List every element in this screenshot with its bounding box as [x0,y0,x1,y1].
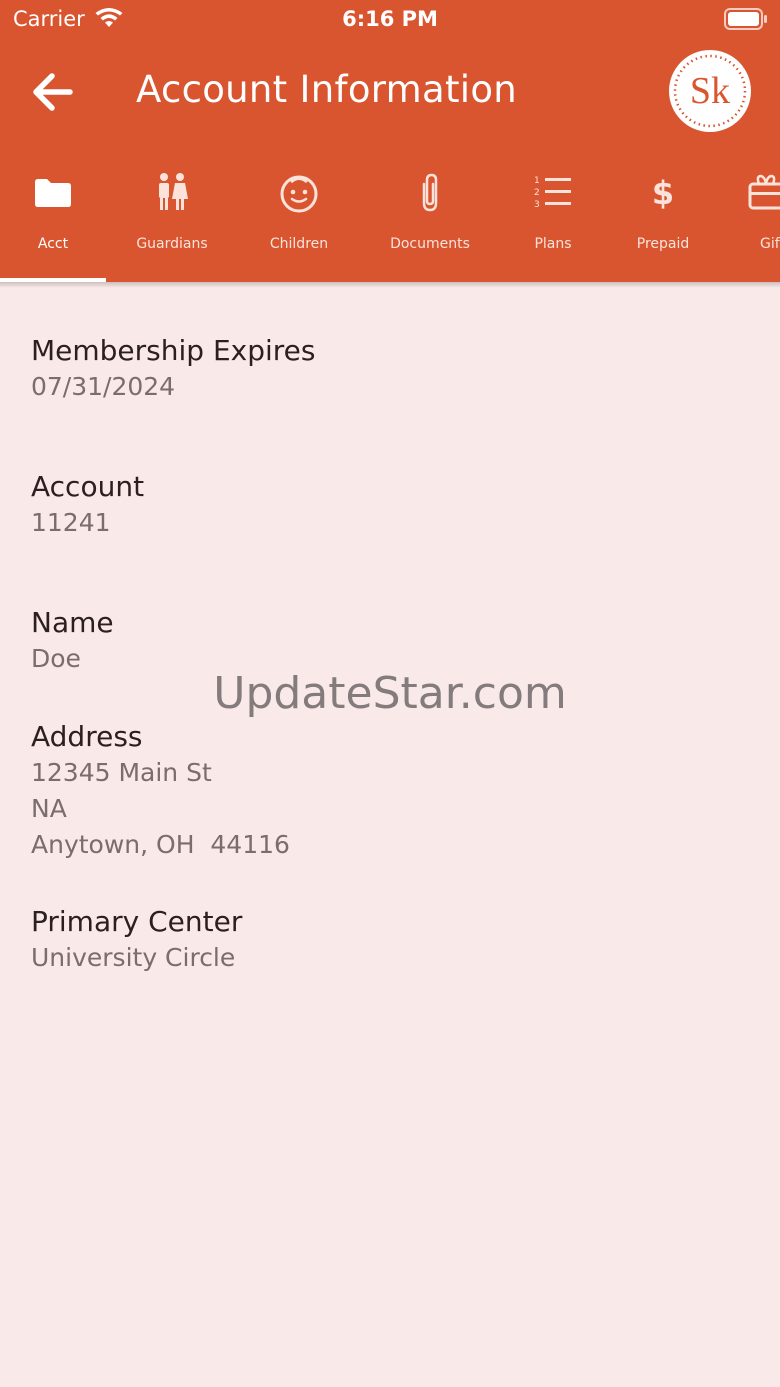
field-value: 07/31/2024 [31,372,176,401]
primary-center-field: Primary Center University Circle [31,904,242,976]
tab-documents[interactable]: Documents [374,160,486,282]
app-header: Carrier 6:16 PM Account Information Sk A… [0,0,780,282]
screen: Carrier 6:16 PM Account Information Sk A… [0,0,780,1387]
tab-label: Prepaid [636,236,690,252]
tab-guardians[interactable]: Guardians [120,160,224,282]
tab-bar: Acct Guardians Children Documents 1 2 3 … [0,160,780,282]
numbered-list-icon: 1 2 3 [534,176,571,210]
address-field: Address 12345 Main St NA Anytown, OH 441… [31,719,290,863]
watermark: UpdateStar.com [213,668,567,719]
paperclip-icon [422,173,438,212]
tab-label: Documents [390,236,470,252]
address-line-1: 12345 Main St [31,758,212,787]
guardians-icon [159,173,188,210]
status-time: 6:16 PM [342,7,438,31]
back-arrow-icon [33,73,73,111]
address-line-3: Anytown, OH 44116 [31,830,290,859]
field-value: University Circle [31,943,236,972]
tab-gift[interactable]: Gif [738,160,780,282]
tab-prepaid[interactable]: $ Prepaid [620,160,706,282]
tab-label: Acct [37,236,69,252]
membership-expires-field: Membership Expires 07/31/2024 [31,333,315,405]
tab-label: Plans [534,236,572,252]
field-value: 11241 [31,508,111,537]
svg-text:3: 3 [534,200,540,210]
tab-label: Guardians [136,236,208,252]
logo-text: Sk [690,70,730,112]
tab-plans[interactable]: 1 2 3 Plans [510,160,596,282]
svg-text:2: 2 [534,188,540,198]
svg-text:1: 1 [534,176,540,186]
name-field: Name Doe [31,605,114,677]
gift-card-icon [748,174,780,210]
field-label: Primary Center [31,905,243,938]
field-label: Name [31,606,114,639]
page-title: Account Information [136,68,518,111]
tab-bar-shadow [0,282,780,288]
battery-icon [724,8,767,30]
field-label: Address [31,720,143,753]
child-face-icon [280,175,318,213]
field-label: Account [31,470,145,503]
tab-label: Gif [760,236,780,252]
status-bar: Carrier 6:16 PM [0,0,780,40]
svg-text:$: $ [652,174,674,212]
tab-label: Children [269,236,329,252]
account-field: Account 11241 [31,469,144,541]
field-label: Membership Expires [31,334,316,367]
address-line-2: NA [31,794,67,823]
app-logo[interactable]: Sk [668,49,752,133]
folder-icon [35,179,71,207]
tab-children[interactable]: Children [248,160,350,282]
tab-acct[interactable]: Acct [0,160,106,282]
back-button[interactable] [26,66,82,118]
dollar-icon: $ [652,174,674,212]
